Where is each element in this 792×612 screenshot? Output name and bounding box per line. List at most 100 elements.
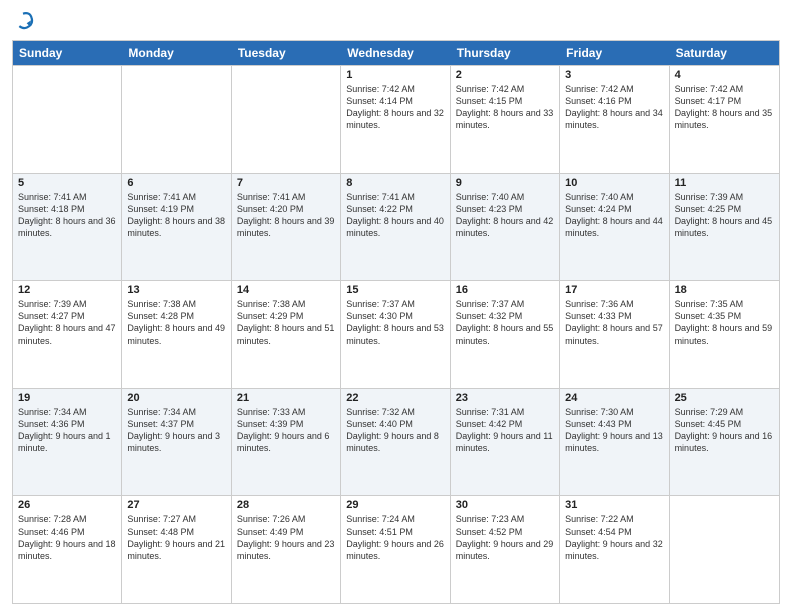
cal-cell: 8 Sunrise: 7:41 AM Sunset: 4:22 PM Daylig… [341,174,450,281]
cell-info: Sunrise: 7:40 AM Sunset: 4:23 PM Dayligh… [456,191,554,240]
logo-icon [12,10,34,32]
week-row-5: 26Sunrise: 7:28 AM Sunset: 4:46 PM Dayli… [13,495,779,603]
week-row-4: 19Sunrise: 7:34 AM Sunset: 4:36 PM Dayli… [13,388,779,496]
day-number: 24 [565,392,663,404]
cell-info: Sunrise: 7:24 AM Sunset: 4:51 PM Dayligh… [346,513,444,562]
calendar-header-row: SundayMondayTuesdayWednesdayThursdayFrid… [13,41,779,65]
cell-info: Sunrise: 7:40 AM Sunset: 4:24 PM Dayligh… [565,191,663,240]
cal-cell: 27Sunrise: 7:27 AM Sunset: 4:48 PM Dayli… [122,496,231,603]
day-number: 4 [675,69,774,81]
cell-info: Sunrise: 7:42 AM Sunset: 4:16 PM Dayligh… [565,83,663,132]
page: SundayMondayTuesdayWednesdayThursdayFrid… [0,0,792,612]
cal-cell [122,66,231,173]
cell-info: Sunrise: 7:31 AM Sunset: 4:42 PM Dayligh… [456,406,554,455]
cell-info: Sunrise: 7:38 AM Sunset: 4:28 PM Dayligh… [127,298,225,347]
day-number: 21 [237,392,335,404]
cell-info: Sunrise: 7:39 AM Sunset: 4:27 PM Dayligh… [18,298,116,347]
cal-cell: 7 Sunrise: 7:41 AM Sunset: 4:20 PM Daylig… [232,174,341,281]
day-number: 22 [346,392,444,404]
day-number: 20 [127,392,225,404]
day-number: 14 [237,284,335,296]
logo [12,10,38,32]
cal-cell [13,66,122,173]
day-number: 28 [237,499,335,511]
cal-cell [670,496,779,603]
day-number: 10 [565,177,663,189]
day-number: 16 [456,284,554,296]
cal-cell: 16 Sunrise: 7:37 AM Sunset: 4:32 PM Dayli… [451,281,560,388]
cell-info: Sunrise: 7:32 AM Sunset: 4:40 PM Dayligh… [346,406,444,455]
day-number: 17 [565,284,663,296]
cal-cell: 26Sunrise: 7:28 AM Sunset: 4:46 PM Dayli… [13,496,122,603]
cell-info: Sunrise: 7:35 AM Sunset: 4:35 PM Dayligh… [675,298,774,347]
cell-info: Sunrise: 7:41 AM Sunset: 4:19 PM Dayligh… [127,191,225,240]
cal-cell: 13 Sunrise: 7:38 AM Sunset: 4:28 PM Dayli… [122,281,231,388]
day-number: 29 [346,499,444,511]
cell-info: Sunrise: 7:28 AM Sunset: 4:46 PM Dayligh… [18,513,116,562]
cell-info: Sunrise: 7:41 AM Sunset: 4:22 PM Dayligh… [346,191,444,240]
cal-cell: 5Sunrise: 7:41 AM Sunset: 4:18 PM Daylig… [13,174,122,281]
cal-cell: 21 Sunrise: 7:33 AM Sunset: 4:39 PM Dayli… [232,389,341,496]
day-number: 3 [565,69,663,81]
day-number: 13 [127,284,225,296]
cal-cell: 19Sunrise: 7:34 AM Sunset: 4:36 PM Dayli… [13,389,122,496]
week-row-1: 1 Sunrise: 7:42 AM Sunset: 4:14 PM Daylig… [13,65,779,173]
calendar-body: 1 Sunrise: 7:42 AM Sunset: 4:14 PM Daylig… [13,65,779,603]
cell-info: Sunrise: 7:41 AM Sunset: 4:20 PM Dayligh… [237,191,335,240]
cell-info: Sunrise: 7:42 AM Sunset: 4:17 PM Dayligh… [675,83,774,132]
cal-cell: 29 Sunrise: 7:24 AM Sunset: 4:51 PM Dayli… [341,496,450,603]
cal-cell: 10 Sunrise: 7:40 AM Sunset: 4:24 PM Dayli… [560,174,669,281]
day-number: 7 [237,177,335,189]
day-number: 23 [456,392,554,404]
cal-cell: 9 Sunrise: 7:40 AM Sunset: 4:23 PM Daylig… [451,174,560,281]
cell-info: Sunrise: 7:22 AM Sunset: 4:54 PM Dayligh… [565,513,663,562]
day-number: 27 [127,499,225,511]
header-day-friday: Friday [560,41,669,65]
cal-cell: 20Sunrise: 7:34 AM Sunset: 4:37 PM Dayli… [122,389,231,496]
cal-cell: 25 Sunrise: 7:29 AM Sunset: 4:45 PM Dayli… [670,389,779,496]
cell-info: Sunrise: 7:29 AM Sunset: 4:45 PM Dayligh… [675,406,774,455]
cal-cell: 4 Sunrise: 7:42 AM Sunset: 4:17 PM Daylig… [670,66,779,173]
cal-cell: 6Sunrise: 7:41 AM Sunset: 4:19 PM Daylig… [122,174,231,281]
day-number: 2 [456,69,554,81]
header [12,10,780,32]
cal-cell: 1 Sunrise: 7:42 AM Sunset: 4:14 PM Daylig… [341,66,450,173]
cell-info: Sunrise: 7:26 AM Sunset: 4:49 PM Dayligh… [237,513,335,562]
cal-cell: 17 Sunrise: 7:36 AM Sunset: 4:33 PM Dayli… [560,281,669,388]
day-number: 1 [346,69,444,81]
cal-cell: 31 Sunrise: 7:22 AM Sunset: 4:54 PM Dayli… [560,496,669,603]
cell-info: Sunrise: 7:33 AM Sunset: 4:39 PM Dayligh… [237,406,335,455]
week-row-3: 12 Sunrise: 7:39 AM Sunset: 4:27 PM Dayli… [13,280,779,388]
header-day-wednesday: Wednesday [341,41,450,65]
cell-info: Sunrise: 7:38 AM Sunset: 4:29 PM Dayligh… [237,298,335,347]
cell-info: Sunrise: 7:36 AM Sunset: 4:33 PM Dayligh… [565,298,663,347]
header-day-saturday: Saturday [670,41,779,65]
day-number: 12 [18,284,116,296]
cal-cell: 14 Sunrise: 7:38 AM Sunset: 4:29 PM Dayli… [232,281,341,388]
cal-cell: 18 Sunrise: 7:35 AM Sunset: 4:35 PM Dayli… [670,281,779,388]
day-number: 30 [456,499,554,511]
day-number: 19 [18,392,116,404]
cell-info: Sunrise: 7:42 AM Sunset: 4:15 PM Dayligh… [456,83,554,132]
cal-cell: 15Sunrise: 7:37 AM Sunset: 4:30 PM Dayli… [341,281,450,388]
day-number: 18 [675,284,774,296]
day-number: 25 [675,392,774,404]
header-day-sunday: Sunday [13,41,122,65]
cal-cell: 3 Sunrise: 7:42 AM Sunset: 4:16 PM Daylig… [560,66,669,173]
cal-cell: 22 Sunrise: 7:32 AM Sunset: 4:40 PM Dayli… [341,389,450,496]
cell-info: Sunrise: 7:37 AM Sunset: 4:30 PM Dayligh… [346,298,444,347]
day-number: 9 [456,177,554,189]
header-day-thursday: Thursday [451,41,560,65]
day-number: 5 [18,177,116,189]
cell-info: Sunrise: 7:42 AM Sunset: 4:14 PM Dayligh… [346,83,444,132]
day-number: 8 [346,177,444,189]
cal-cell [232,66,341,173]
cal-cell: 28 Sunrise: 7:26 AM Sunset: 4:49 PM Dayli… [232,496,341,603]
cal-cell: 30Sunrise: 7:23 AM Sunset: 4:52 PM Dayli… [451,496,560,603]
cell-info: Sunrise: 7:39 AM Sunset: 4:25 PM Dayligh… [675,191,774,240]
cell-info: Sunrise: 7:37 AM Sunset: 4:32 PM Dayligh… [456,298,554,347]
day-number: 11 [675,177,774,189]
cal-cell: 24Sunrise: 7:30 AM Sunset: 4:43 PM Dayli… [560,389,669,496]
cal-cell: 2 Sunrise: 7:42 AM Sunset: 4:15 PM Daylig… [451,66,560,173]
day-number: 31 [565,499,663,511]
